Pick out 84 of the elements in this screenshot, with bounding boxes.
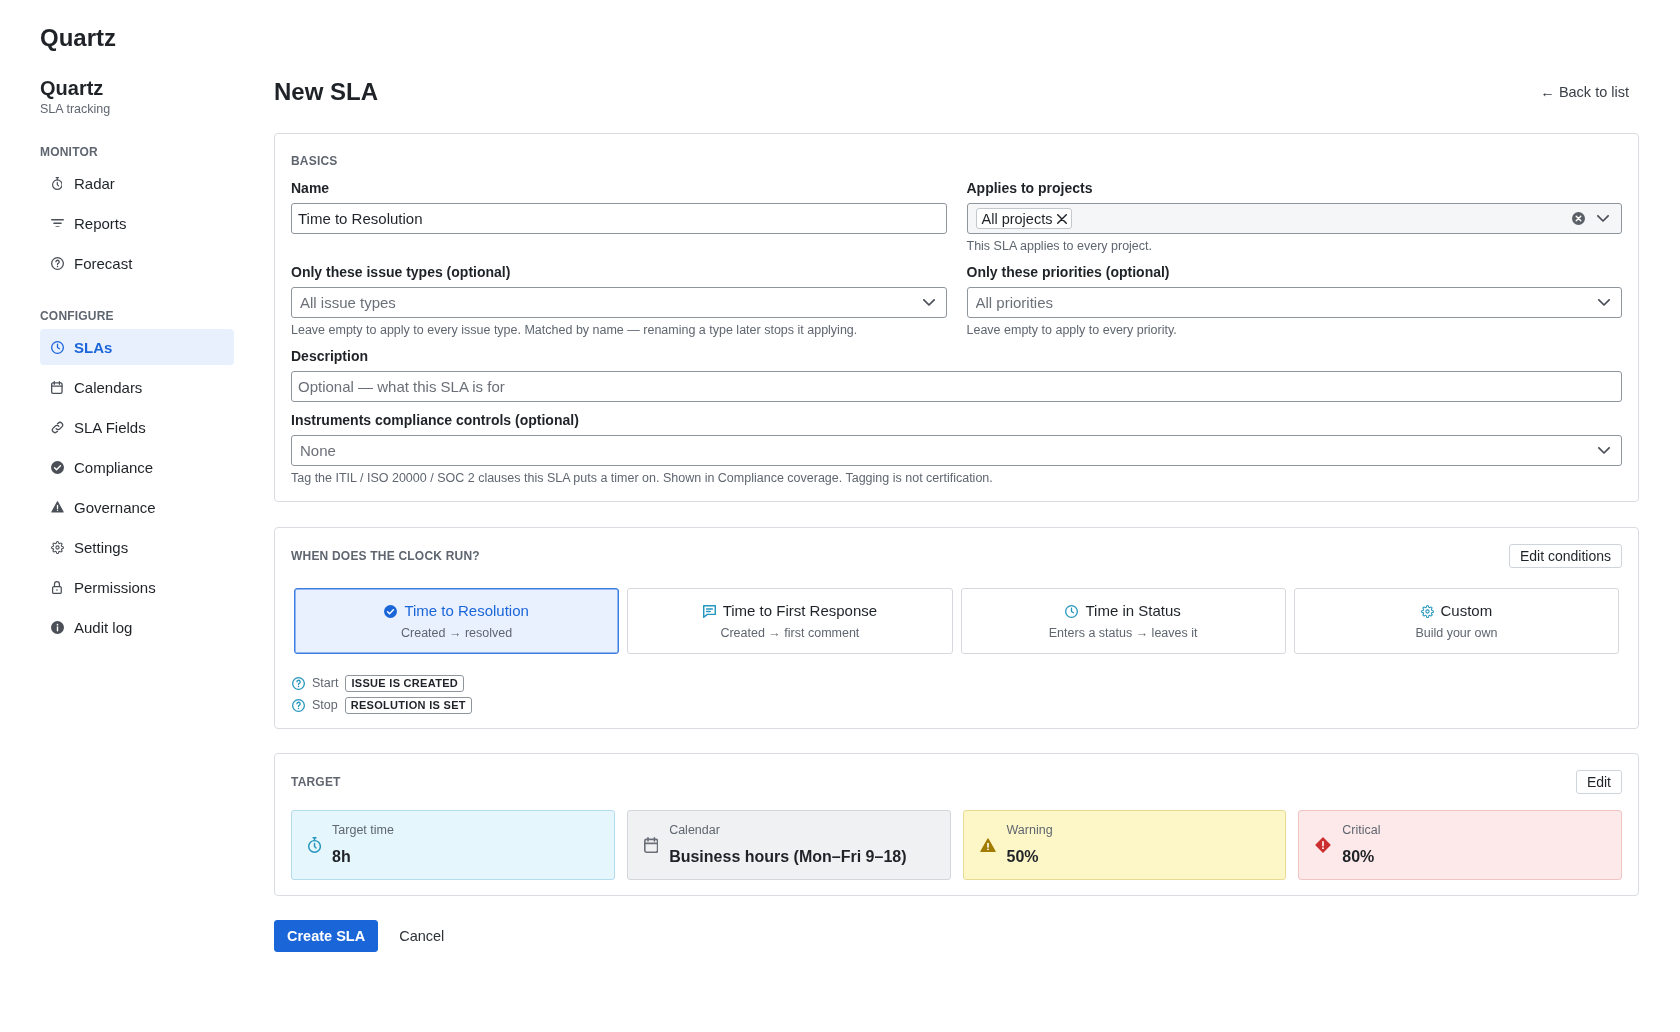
warning-icon: [979, 837, 996, 853]
tile-label: Critical: [1342, 822, 1381, 838]
warning-icon: [50, 501, 64, 513]
help-text: Leave empty to apply to every priority.: [966, 322, 1177, 338]
section-heading: WHEN DOES THE CLOCK RUN?: [291, 548, 480, 564]
field-label: Description: [291, 347, 368, 365]
section-heading: TARGET: [291, 774, 341, 790]
lock-icon: [52, 580, 62, 594]
chevron-down-icon[interactable]: [1597, 215, 1609, 222]
help-text: Tag the ITIL / ISO 20000 / SOC 2 clauses this SLA puts a timer on. Shown in Compliance coverage. Tagging is not certification.: [291, 470, 993, 486]
nav-item[interactable]: Audit log: [40, 609, 234, 645]
check-circle-icon: [50, 460, 64, 474]
field-label: Only these priorities (optional): [966, 263, 1170, 281]
nav-section-heading: CONFIGURE: [40, 308, 114, 324]
back-link[interactable]: ← Back to list: [1540, 84, 1629, 100]
nav-item[interactable]: SLAs: [40, 329, 234, 365]
tag-chip[interactable]: All projects: [975, 208, 1073, 229]
link-icon: [50, 420, 64, 434]
field-label: Name: [291, 179, 330, 197]
nav-section-heading: MONITOR: [40, 144, 98, 160]
clear-icon[interactable]: [1572, 212, 1585, 225]
section-heading: BASICS: [291, 154, 338, 168]
field-label: Applies to projects: [966, 179, 1093, 197]
stopwatch-icon: [51, 176, 63, 190]
option-card[interactable]: Time to First Response Created → first comment: [627, 588, 953, 654]
filter-icon: [50, 218, 64, 228]
tile-label: Calendar: [669, 822, 720, 838]
settings-icon: [50, 540, 64, 554]
nav-item[interactable]: Forecast: [40, 245, 234, 281]
tile-value: 8h: [332, 847, 351, 867]
info-icon: [50, 620, 64, 634]
input-field[interactable]: Time to Resolution: [291, 203, 947, 234]
condition-badge: RESOLUTION IS SET: [344, 696, 472, 714]
help-text: Leave empty to apply to every issue type. Matched by name — renaming a type later stops it applying.: [291, 322, 858, 338]
sidebar-subtitle: SLA tracking: [40, 101, 111, 117]
chevron-down-icon[interactable]: [922, 299, 935, 306]
option-card[interactable]: Time to Resolution Created → resolved: [294, 588, 620, 654]
chat-bubble-icon: [702, 604, 716, 618]
dropdown[interactable]: All priorities: [966, 287, 1622, 318]
calendar-icon: [643, 837, 659, 853]
rule-label: Stop: [312, 698, 338, 712]
question-circle-icon: [50, 256, 64, 270]
option-card[interactable]: Time in Status Enters a status → leaves it: [960, 588, 1286, 654]
field-label: Instruments compliance controls (optional): [291, 411, 579, 429]
nav-item[interactable]: Governance: [40, 489, 234, 525]
nav-item[interactable]: Compliance: [40, 449, 234, 485]
tile-value: 50%: [1006, 847, 1039, 867]
question-circle-icon: [292, 676, 305, 690]
nav-item[interactable]: Calendars: [40, 369, 234, 405]
help-text: This SLA applies to every project.: [966, 238, 1152, 254]
edit-conditions-button[interactable]: Edit conditions: [1508, 544, 1622, 568]
settings-icon: [1420, 604, 1434, 618]
condition-badge: ISSUE IS CREATED: [345, 674, 465, 692]
page-title: New SLA: [274, 77, 378, 107]
dropdown[interactable]: All issue types: [291, 287, 947, 318]
check-circle-icon: [384, 604, 398, 618]
question-circle-icon: [292, 698, 305, 712]
dropdown[interactable]: None: [291, 435, 1622, 466]
tile-label: Target time: [332, 822, 394, 838]
cancel-button[interactable]: Cancel: [386, 920, 458, 952]
calendar-icon: [51, 380, 63, 394]
tile-value: Business hours (Mon–Fri 9–18): [669, 847, 907, 867]
create-button[interactable]: Create SLA: [274, 920, 379, 952]
tile-label: Warning: [1006, 822, 1053, 838]
nav-item[interactable]: Radar: [40, 165, 234, 201]
close-icon[interactable]: [1057, 213, 1068, 224]
rule-label: Start: [312, 676, 339, 690]
clock-icon: [1065, 604, 1079, 618]
option-card[interactable]: Custom Build your own: [1293, 588, 1619, 654]
app-logo: Quartz: [40, 23, 116, 53]
nav-item[interactable]: Settings: [40, 529, 234, 565]
tile-value: 80%: [1342, 847, 1375, 867]
input-field[interactable]: Optional — what this SLA is for: [291, 371, 1622, 402]
field-label: Only these issue types (optional): [291, 263, 511, 281]
clock-icon: [50, 340, 64, 354]
alert-diamond-icon: [1315, 837, 1332, 853]
nav-item[interactable]: SLA Fields: [40, 409, 234, 445]
stopwatch-icon: [308, 837, 322, 853]
edit-button[interactable]: Edit: [1575, 770, 1622, 794]
nav-item[interactable]: Reports: [40, 205, 234, 241]
chevron-down-icon[interactable]: [1598, 447, 1610, 454]
sidebar-title: Quartz: [40, 76, 104, 101]
chevron-down-icon[interactable]: [1598, 299, 1610, 306]
nav-item[interactable]: Permissions: [40, 569, 234, 605]
